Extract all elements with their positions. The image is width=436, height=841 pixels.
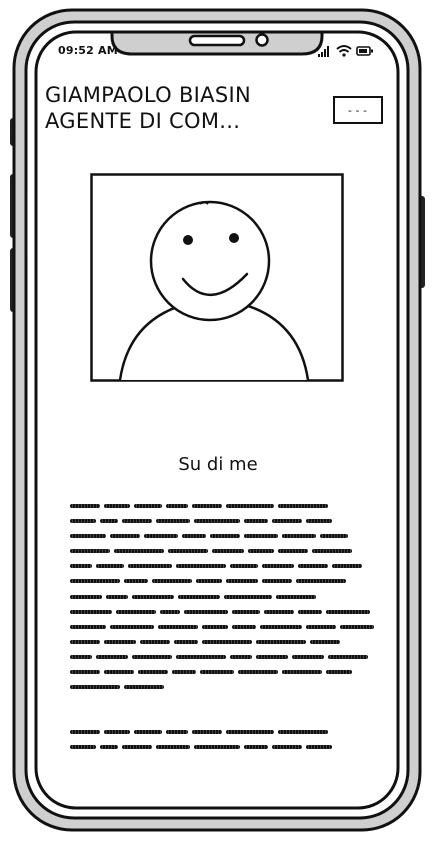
scribble-text-line [70,639,382,645]
scribble-text-line [70,518,382,524]
scribble-text-line [70,548,382,554]
scribble-text-line [70,503,382,509]
scribble-text-line [70,624,382,630]
battery-icon [356,46,373,56]
scribble-text-line [70,609,382,615]
scribble-text-line [70,729,382,735]
status-time: 09:52 AM [58,44,118,57]
about-paragraph-1 [70,503,382,699]
menu-button-label: --- [346,103,370,117]
about-heading: Su di me [178,454,258,475]
title-line-name: GIAMPAOLO BIASIN [45,83,251,107]
wifi-icon [336,45,352,57]
page-title: GIAMPAOLO BIASIN AGENTE DI COM... [45,82,315,134]
scribble-text-line [70,744,382,750]
signal-icon [318,46,329,57]
scribble-text-line [70,684,382,690]
scribble-text-line [70,669,382,675]
scribble-text-line [70,533,382,539]
scribble-text-line [70,594,382,600]
title-line-role: AGENTE DI COM... [45,109,241,133]
profile-photo [90,173,344,382]
scribble-text-line [70,563,382,569]
about-paragraph-2 [70,729,382,759]
menu-button[interactable]: --- [333,96,383,124]
scribble-text-line [70,654,382,660]
scribble-text-line [70,578,382,584]
status-icons [318,45,373,57]
